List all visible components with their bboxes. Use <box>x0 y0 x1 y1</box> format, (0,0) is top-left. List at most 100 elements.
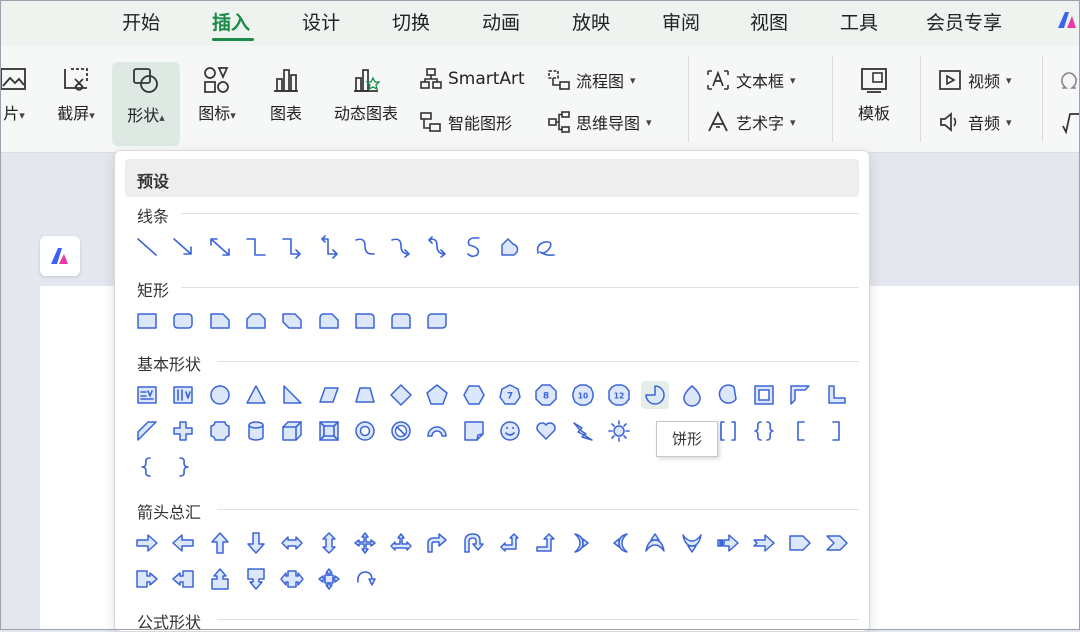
right-bracket-shape[interactable] <box>823 417 851 445</box>
arrow-line-shape[interactable] <box>169 233 197 261</box>
cross-shape[interactable] <box>169 417 197 445</box>
teardrop-shape[interactable] <box>678 381 706 409</box>
smiley-face-shape[interactable] <box>496 417 524 445</box>
curved-arrow-shape[interactable] <box>387 233 415 261</box>
tab-start[interactable]: 开始 <box>122 8 160 35</box>
pie-shape[interactable] <box>641 381 670 409</box>
smartart-button[interactable]: SmartArt <box>420 68 525 90</box>
u-turn-arrow-shape[interactable] <box>460 529 488 557</box>
left-bracket-shape[interactable] <box>786 417 814 445</box>
tab-review[interactable]: 审阅 <box>662 8 700 35</box>
pentagon-arrow-shape[interactable] <box>786 529 814 557</box>
round-diagonal-rectangle-shape[interactable] <box>423 307 451 335</box>
picture-button[interactable]: 片▾ <box>0 66 36 124</box>
dynamic-chart-button[interactable]: 动态图表 <box>326 66 406 124</box>
formula-icon[interactable] <box>1060 112 1080 134</box>
hexagon-shape[interactable] <box>460 381 488 409</box>
curved-double-arrow-shape[interactable] <box>423 233 451 261</box>
circular-arrow-shape[interactable] <box>351 565 379 593</box>
parallelogram-shape[interactable] <box>315 381 343 409</box>
tab-transition[interactable]: 切换 <box>392 8 430 35</box>
tab-tools[interactable]: 工具 <box>840 8 878 35</box>
bevel-shape[interactable] <box>315 417 343 445</box>
right-arrow-callout-shape[interactable] <box>133 565 161 593</box>
curved-left-arrow-shape[interactable] <box>605 529 633 557</box>
curved-connector-shape[interactable] <box>351 233 379 261</box>
right-triangle-shape[interactable] <box>278 381 306 409</box>
decagon-shape[interactable]: 10 <box>569 381 597 409</box>
block-arc-shape[interactable] <box>423 417 451 445</box>
tab-member[interactable]: 会员专享 <box>926 8 1002 35</box>
left-arrow-shape[interactable] <box>169 529 197 557</box>
donut-shape[interactable] <box>351 417 379 445</box>
can-shape[interactable] <box>242 417 270 445</box>
heart-shape[interactable] <box>532 417 560 445</box>
ai-assistant-icon[interactable] <box>1056 8 1080 32</box>
chart-button[interactable]: 图表 <box>262 66 310 124</box>
round-corner-rectangle-shape[interactable] <box>351 307 379 335</box>
tab-insert[interactable]: 插入 <box>212 8 250 35</box>
text-box-shape[interactable] <box>133 381 161 409</box>
curved-right-arrow-shape[interactable] <box>569 529 597 557</box>
left-right-arrow-shape[interactable] <box>278 529 306 557</box>
l-shape-shape[interactable] <box>823 381 851 409</box>
double-brace-shape[interactable] <box>750 417 778 445</box>
notched-right-arrow-shape[interactable] <box>750 529 778 557</box>
trapezoid-shape[interactable] <box>351 381 379 409</box>
mindmap-button[interactable]: 思维导图 ▾ <box>548 110 652 134</box>
vertical-text-box-shape[interactable] <box>169 381 197 409</box>
plaque-shape[interactable] <box>206 417 234 445</box>
left-brace-shape[interactable] <box>133 453 161 481</box>
diamond-shape[interactable] <box>387 381 415 409</box>
lightning-bolt-shape[interactable] <box>569 417 597 445</box>
quad-arrow-shape[interactable] <box>351 529 379 557</box>
snip-round-rectangle-shape[interactable] <box>315 307 343 335</box>
diagonal-stripe-shape[interactable] <box>133 417 161 445</box>
folded-corner-shape[interactable] <box>460 417 488 445</box>
left-arrow-callout-shape[interactable] <box>169 565 197 593</box>
icons-button[interactable]: 图标▾ <box>188 66 246 124</box>
striped-right-arrow-shape[interactable] <box>714 529 742 557</box>
double-arrow-line-shape[interactable] <box>206 233 234 261</box>
chord-shape[interactable] <box>714 381 742 409</box>
tab-design[interactable]: 设计 <box>302 8 340 35</box>
left-up-arrow-shape[interactable] <box>496 529 524 557</box>
tab-animation[interactable]: 动画 <box>482 8 520 35</box>
down-arrow-callout-shape[interactable] <box>242 565 270 593</box>
elbow-connector-shape[interactable] <box>242 233 270 261</box>
curved-up-arrow-shape[interactable] <box>641 529 669 557</box>
freeform-shape[interactable] <box>496 233 524 261</box>
rounded-rectangle-shape[interactable] <box>169 307 197 335</box>
right-arrow-shape[interactable] <box>133 529 161 557</box>
heptagon-shape[interactable]: 7 <box>496 381 524 409</box>
audio-button[interactable]: 音频 ▾ <box>938 110 1012 134</box>
elbow-double-arrow-shape[interactable] <box>315 233 343 261</box>
cube-shape[interactable] <box>278 417 306 445</box>
smart-graphic-button[interactable]: 智能图形 <box>420 110 512 134</box>
line-shape[interactable] <box>133 233 161 261</box>
textbox-button[interactable]: 文本框 ▾ <box>706 68 796 92</box>
quad-arrow-callout-shape[interactable] <box>315 565 343 593</box>
bent-up-arrow-shape[interactable] <box>532 529 560 557</box>
snip-same-side-rectangle-shape[interactable] <box>242 307 270 335</box>
dodecagon-shape[interactable]: 12 <box>605 381 633 409</box>
up-down-arrow-shape[interactable] <box>315 529 343 557</box>
down-arrow-shape[interactable] <box>242 529 270 557</box>
app-logo-badge[interactable] <box>40 236 80 276</box>
wordart-button[interactable]: 艺术字 ▾ <box>706 110 796 134</box>
scribble-shape[interactable] <box>532 233 560 261</box>
symbol-icon[interactable] <box>1058 70 1080 92</box>
snip-corner-rectangle-shape[interactable] <box>206 307 234 335</box>
flowchart-button[interactable]: 流程图 ▾ <box>548 68 636 92</box>
up-arrow-shape[interactable] <box>206 529 234 557</box>
sun-shape[interactable] <box>605 417 633 445</box>
left-right-arrow-callout-shape[interactable] <box>278 565 306 593</box>
triangle-shape[interactable] <box>242 381 270 409</box>
elbow-arrow-shape[interactable] <box>278 233 306 261</box>
up-arrow-callout-shape[interactable] <box>206 565 234 593</box>
ellipse-shape[interactable] <box>206 381 234 409</box>
left-right-up-arrow-shape[interactable] <box>387 529 415 557</box>
snip-diagonal-rectangle-shape[interactable] <box>278 307 306 335</box>
rectangle-shape[interactable] <box>133 307 161 335</box>
template-button[interactable]: 模板 <box>848 66 900 124</box>
